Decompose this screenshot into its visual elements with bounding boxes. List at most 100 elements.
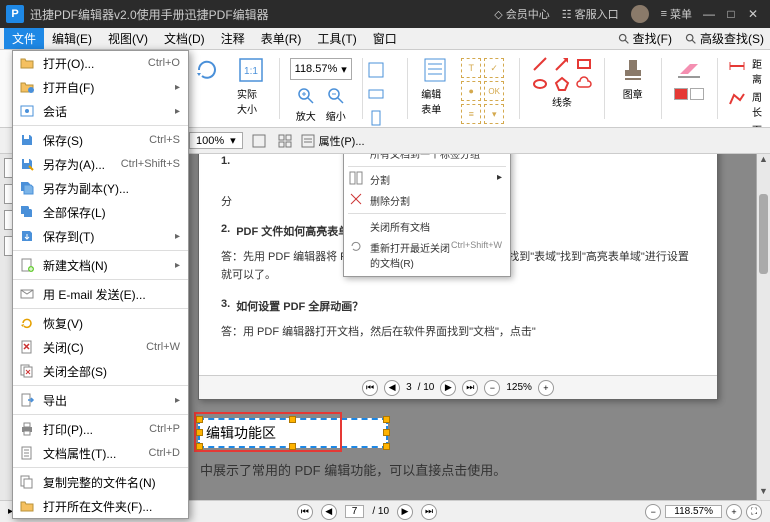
- find-button[interactable]: 查找(F): [611, 28, 678, 49]
- menu-tools[interactable]: 工具(T): [309, 28, 364, 49]
- advanced-find-button[interactable]: 高级查找(S): [678, 28, 770, 49]
- form-button[interactable]: OK: [484, 81, 504, 101]
- tool-fit-height[interactable]: [366, 108, 386, 127]
- measure-perimeter[interactable]: [728, 89, 746, 109]
- fm-print[interactable]: 打印(P)...Ctrl+P: [13, 417, 188, 441]
- shape-rect[interactable]: [574, 54, 594, 74]
- fm-close-all[interactable]: 关闭全部(S): [13, 359, 188, 383]
- tool-eraser[interactable]: [671, 54, 707, 86]
- fm-save-as[interactable]: 另存为(A)...Ctrl+Shift+S: [13, 152, 188, 176]
- menu-file[interactable]: 文件: [4, 28, 44, 49]
- menu-comment[interactable]: 注释: [213, 28, 253, 49]
- color-swatch-red[interactable]: [674, 88, 688, 100]
- inner-document-window: 1. 找到"文档"，点击"文档 分定"即可。 2.PDF 文件如何高亮表单域？ …: [198, 154, 718, 400]
- rect-icon: [575, 55, 593, 73]
- inner-next-page[interactable]: ▶: [440, 380, 456, 396]
- tool-zoom-in[interactable]: 放大: [292, 84, 320, 125]
- vertical-scrollbar[interactable]: ▲ ▼: [756, 154, 770, 500]
- cm-delete-split[interactable]: 删除分割: [344, 190, 510, 211]
- cm-reopen-recent[interactable]: 重新打开最近关闭的文档(R)Ctrl+Shift+W: [344, 237, 510, 273]
- fm-copy-full-name[interactable]: 复制完整的文件名(N): [13, 470, 188, 494]
- fm-export[interactable]: 导出▸: [13, 388, 188, 412]
- fm-open-folder[interactable]: 打开所在文件夹(F)...: [13, 494, 188, 518]
- tool-fit-page[interactable]: [366, 60, 386, 80]
- menu-view[interactable]: 视图(V): [100, 28, 156, 49]
- form-combo[interactable]: ▾: [484, 104, 504, 124]
- tool-layers[interactable]: [249, 131, 269, 151]
- zoom-select[interactable]: 118.57% ▾: [290, 58, 352, 80]
- zoom-combo[interactable]: 100% ▾: [189, 132, 243, 149]
- line-icon: [531, 55, 549, 73]
- inner-prev-page[interactable]: ◀: [384, 380, 400, 396]
- form-radio[interactable]: ●: [461, 81, 481, 101]
- cm-split[interactable]: 分割▸: [344, 169, 510, 190]
- fm-open[interactable]: 打开(O)...Ctrl+O: [13, 51, 188, 75]
- shape-cloud[interactable]: [574, 74, 594, 94]
- shape-line[interactable]: [530, 54, 550, 74]
- tool-fit-width[interactable]: [366, 84, 386, 104]
- form-checkbox[interactable]: ✓: [484, 58, 504, 78]
- save-all-icon: [19, 204, 35, 220]
- cm-group-all[interactable]: 所有文档到一个标签分组: [344, 154, 510, 164]
- color-swatch-none[interactable]: [690, 88, 704, 100]
- scroll-down-button[interactable]: ▼: [757, 486, 770, 500]
- customer-service-link[interactable]: ☷ 客服入口: [562, 6, 619, 22]
- status-last-page[interactable]: ⏭: [421, 504, 437, 520]
- fm-save-as-copy[interactable]: 另存为副本(Y)...: [13, 176, 188, 200]
- tool-stamp[interactable]: 图章: [615, 54, 651, 103]
- menu-edit[interactable]: 编辑(E): [44, 28, 100, 49]
- measure-area[interactable]: [728, 122, 746, 127]
- maximize-button[interactable]: □: [720, 7, 742, 21]
- fm-save[interactable]: 保存(S)Ctrl+S: [13, 128, 188, 152]
- fm-session[interactable]: 会话▸: [13, 99, 188, 123]
- shape-ellipse[interactable]: [530, 74, 550, 94]
- avatar[interactable]: [631, 5, 649, 23]
- inner-last-page[interactable]: ⏭: [462, 380, 478, 396]
- status-prev-page[interactable]: ◀: [321, 504, 337, 520]
- menu-document[interactable]: 文档(D): [156, 28, 213, 49]
- properties-button[interactable]: 属性(P)...: [301, 133, 365, 149]
- shape-arrow[interactable]: [552, 54, 572, 74]
- menu-window[interactable]: 窗口: [365, 28, 405, 49]
- tool-rotate[interactable]: [189, 54, 225, 86]
- form-list[interactable]: ≡: [461, 104, 481, 124]
- status-fit[interactable]: ⛶: [746, 504, 762, 520]
- fm-new-doc[interactable]: 新建文档(N)▸: [13, 253, 188, 277]
- tool-edit-form[interactable]: 编辑表单: [417, 54, 453, 118]
- inner-zoom-in[interactable]: +: [538, 380, 554, 396]
- shape-polygon[interactable]: [552, 74, 572, 94]
- fm-restore[interactable]: 恢复(V): [13, 311, 188, 335]
- form-text-field[interactable]: T: [461, 58, 481, 78]
- inner-zoom-out[interactable]: −: [484, 380, 500, 396]
- status-zoom-in[interactable]: +: [726, 504, 742, 520]
- fm-open-from[interactable]: 打开自(F)▸: [13, 75, 188, 99]
- text-edit-box[interactable]: 编辑功能区: [198, 418, 388, 448]
- status-next-page[interactable]: ▶: [397, 504, 413, 520]
- fm-close[interactable]: 关闭(C)Ctrl+W: [13, 335, 188, 359]
- menu-form[interactable]: 表单(R): [253, 28, 310, 49]
- split-icon: [349, 171, 363, 185]
- status-page-input[interactable]: 7: [345, 505, 365, 518]
- fm-doc-props[interactable]: 文档属性(T)...Ctrl+D: [13, 441, 188, 465]
- minimize-button[interactable]: —: [698, 7, 720, 21]
- inner-first-page[interactable]: ⏮: [362, 380, 378, 396]
- measure-distance[interactable]: [728, 56, 746, 76]
- cm-close-all[interactable]: 关闭所有文档: [344, 216, 510, 237]
- scroll-thumb[interactable]: [759, 194, 768, 274]
- inner-page-total: / 10: [418, 382, 435, 393]
- fm-save-all[interactable]: 全部保存(L): [13, 200, 188, 224]
- tool-grid[interactable]: [275, 131, 295, 151]
- layers-icon: [251, 133, 267, 149]
- main-menu-button[interactable]: ≡ 菜单: [661, 6, 692, 22]
- close-button[interactable]: ✕: [742, 7, 764, 21]
- tool-zoom-out[interactable]: 缩小: [322, 84, 350, 125]
- status-zoom-value[interactable]: 118.57%: [665, 505, 722, 518]
- real-size-icon: 1:1: [237, 56, 265, 84]
- fm-save-to[interactable]: 保存到(T)▸: [13, 224, 188, 248]
- tool-real-size[interactable]: 1:1 实际大小: [233, 54, 269, 118]
- fm-email[interactable]: 用 E-mail 发送(E)...: [13, 282, 188, 306]
- member-center-link[interactable]: ◇ 会员中心: [494, 6, 549, 22]
- scroll-up-button[interactable]: ▲: [757, 154, 770, 168]
- status-first-page[interactable]: ⏮: [297, 504, 313, 520]
- status-zoom-out[interactable]: −: [645, 504, 661, 520]
